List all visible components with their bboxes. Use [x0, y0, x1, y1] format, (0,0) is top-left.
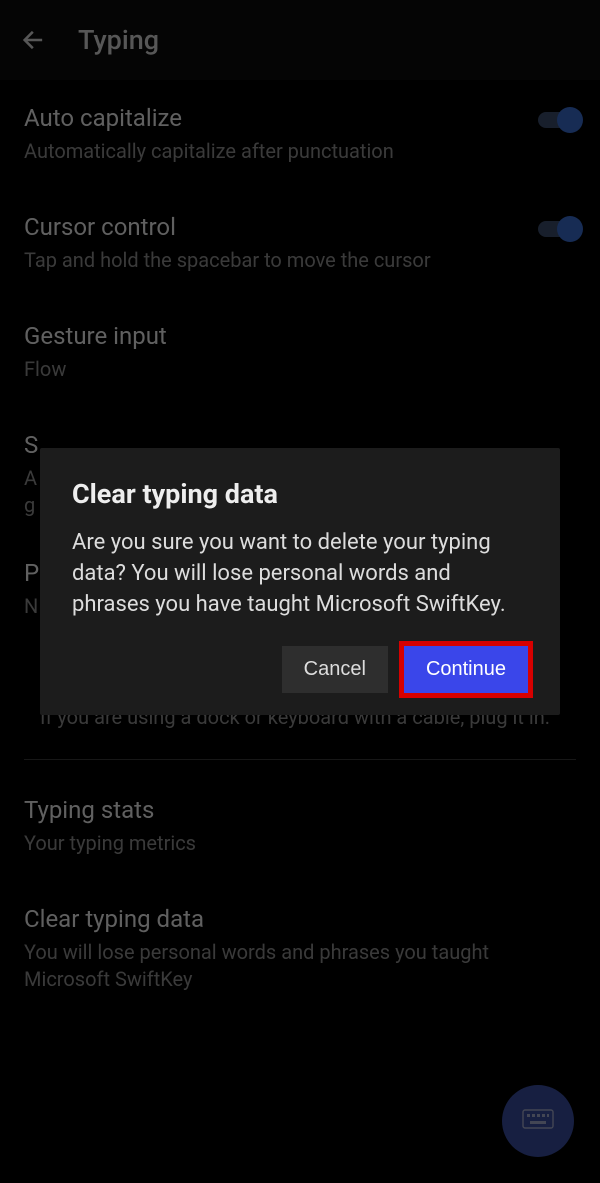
dialog-title: Clear typing data [72, 478, 528, 510]
dialog-actions: Cancel Continue [72, 646, 528, 693]
continue-button[interactable]: Continue [404, 646, 528, 693]
dialog-body: Are you sure you want to delete your typ… [72, 528, 528, 620]
cancel-button[interactable]: Cancel [282, 646, 388, 693]
clear-typing-data-dialog: Clear typing data Are you sure you want … [40, 448, 560, 715]
